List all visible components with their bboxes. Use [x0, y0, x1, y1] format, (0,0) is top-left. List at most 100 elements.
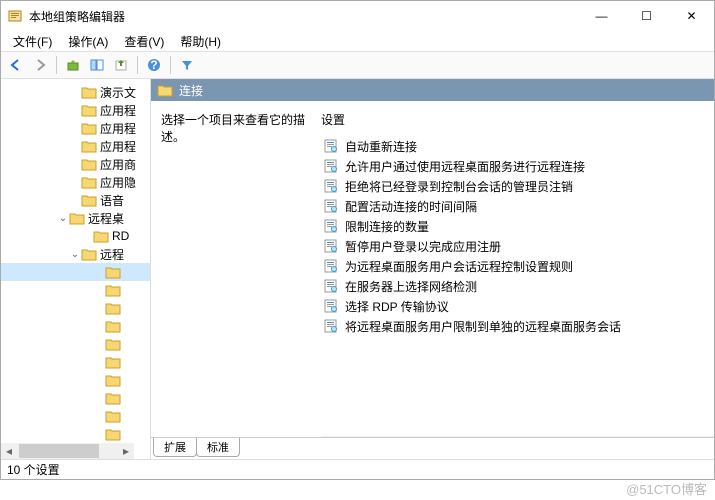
- maximize-button[interactable]: ☐: [624, 1, 669, 31]
- titlebar: 本地组策略编辑器 — ☐ ✕: [1, 1, 714, 31]
- setting-item[interactable]: 允许用户通过使用远程桌面服务进行远程连接: [321, 156, 714, 176]
- setting-item[interactable]: 暂停用户登录以完成应用注册: [321, 236, 714, 256]
- expand-icon[interactable]: ⌄: [57, 213, 69, 224]
- expand-icon[interactable]: ⌄: [69, 249, 81, 260]
- tree-item[interactable]: [1, 389, 150, 407]
- folder-icon: [105, 373, 121, 387]
- setting-item[interactable]: 拒绝将已经登录到控制台会话的管理员注销: [321, 176, 714, 196]
- svg-text:?: ?: [150, 58, 157, 72]
- setting-item[interactable]: 配置活动连接的时间间隔: [321, 196, 714, 216]
- toolbar: ?: [1, 51, 714, 79]
- menu-help[interactable]: 帮助(H): [174, 31, 227, 52]
- policy-icon: [323, 318, 339, 334]
- up-button[interactable]: [62, 54, 84, 76]
- setting-label: 为远程桌面服务用户会话远程控制设置规则: [345, 258, 573, 275]
- tree-item-label: 应用商: [100, 156, 136, 173]
- minimize-button[interactable]: —: [579, 1, 624, 31]
- folder-icon: [81, 139, 97, 153]
- tree-item[interactable]: [1, 371, 150, 389]
- policy-icon: [323, 258, 339, 274]
- policy-icon: [323, 178, 339, 194]
- policy-icon: [323, 198, 339, 214]
- folder-icon: [105, 265, 121, 279]
- tree-item[interactable]: 应用程: [1, 137, 150, 155]
- tree-item[interactable]: 演示文: [1, 83, 150, 101]
- folder-icon: [69, 211, 85, 225]
- tree-item[interactable]: RD: [1, 227, 150, 245]
- tree-item-label: 演示文: [100, 84, 136, 101]
- show-hide-tree-button[interactable]: [86, 54, 108, 76]
- folder-icon: [105, 409, 121, 423]
- folder-icon: [105, 337, 121, 351]
- folder-icon: [81, 175, 97, 189]
- tree-item-label: 语音: [100, 192, 124, 209]
- setting-item[interactable]: 在服务器上选择网络检测: [321, 276, 714, 296]
- setting-label: 限制连接的数量: [345, 218, 429, 235]
- folder-icon: [105, 427, 121, 441]
- column-header-setting[interactable]: 设置: [321, 111, 714, 128]
- tree-item-label: 远程桌: [88, 210, 124, 227]
- tree-item[interactable]: [1, 425, 150, 443]
- tree-item[interactable]: 应用程: [1, 119, 150, 137]
- folder-icon: [105, 301, 121, 315]
- tree-item[interactable]: ⌄ 远程: [1, 245, 150, 263]
- setting-item[interactable]: 自动重新连接: [321, 136, 714, 156]
- setting-label: 允许用户通过使用远程桌面服务进行远程连接: [345, 158, 585, 175]
- folder-icon: [105, 319, 121, 333]
- tree-item-label: 远程: [100, 246, 124, 263]
- folder-icon: [157, 83, 173, 97]
- setting-item[interactable]: 限制连接的数量: [321, 216, 714, 236]
- policy-icon: [323, 138, 339, 154]
- export-button[interactable]: [110, 54, 132, 76]
- tree-item-label: 应用隐: [100, 174, 136, 191]
- close-button[interactable]: ✕: [669, 1, 714, 31]
- forward-button[interactable]: [29, 54, 51, 76]
- tree-item[interactable]: 应用程: [1, 101, 150, 119]
- menu-action[interactable]: 操作(A): [62, 31, 114, 52]
- back-button[interactable]: [5, 54, 27, 76]
- tree-panel[interactable]: 演示文应用程应用程应用程应用商应用隐语音⌄远程桌RD⌄远程 ◂▸: [1, 79, 151, 459]
- menu-view[interactable]: 查看(V): [118, 31, 170, 52]
- help-button[interactable]: ?: [143, 54, 165, 76]
- tree-item[interactable]: [1, 281, 150, 299]
- tree-item-label: 应用程: [100, 102, 136, 119]
- setting-label: 在服务器上选择网络检测: [345, 278, 477, 295]
- tree-item[interactable]: 语音: [1, 191, 150, 209]
- tree-item[interactable]: [1, 263, 150, 281]
- setting-label: 拒绝将已经登录到控制台会话的管理员注销: [345, 178, 573, 195]
- status-text: 10 个设置: [7, 461, 60, 478]
- tree-item[interactable]: [1, 335, 150, 353]
- tree-item[interactable]: 应用隐: [1, 173, 150, 191]
- menu-file[interactable]: 文件(F): [7, 31, 58, 52]
- tree-item-label: 应用程: [100, 138, 136, 155]
- folder-icon: [105, 391, 121, 405]
- tab-extended[interactable]: 扩展: [153, 438, 197, 457]
- setting-label: 暂停用户登录以完成应用注册: [345, 238, 501, 255]
- tabs: 扩展 标准: [151, 437, 714, 459]
- folder-icon: [81, 121, 97, 135]
- setting-item[interactable]: 为远程桌面服务用户会话远程控制设置规则: [321, 256, 714, 276]
- tree-item-label: 应用程: [100, 120, 136, 137]
- folder-icon: [81, 85, 97, 99]
- policy-icon: [323, 238, 339, 254]
- statusbar: 10 个设置: [1, 459, 714, 479]
- settings-list: 设置 自动重新连接允许用户通过使用远程桌面服务进行远程连接拒绝将已经登录到控制台…: [321, 111, 714, 437]
- policy-icon: [323, 298, 339, 314]
- tree-item[interactable]: [1, 407, 150, 425]
- setting-item[interactable]: 选择 RDP 传输协议: [321, 296, 714, 316]
- setting-label: 选择 RDP 传输协议: [345, 298, 449, 315]
- tree-item[interactable]: [1, 317, 150, 335]
- setting-item[interactable]: 将远程桌面服务用户限制到单独的远程桌面服务会话: [321, 316, 714, 336]
- setting-label: 配置活动连接的时间间隔: [345, 198, 477, 215]
- tree-item[interactable]: 应用商: [1, 155, 150, 173]
- tab-standard[interactable]: 标准: [196, 438, 240, 457]
- header-label: 连接: [179, 82, 203, 99]
- window-title: 本地组策略编辑器: [29, 8, 579, 25]
- tree-hscroll[interactable]: ◂▸: [1, 443, 134, 459]
- tree-item[interactable]: [1, 299, 150, 317]
- folder-icon: [93, 229, 109, 243]
- header-band: 连接: [151, 79, 714, 101]
- filter-button[interactable]: [176, 54, 198, 76]
- tree-item[interactable]: [1, 353, 150, 371]
- tree-item[interactable]: ⌄ 远程桌: [1, 209, 150, 227]
